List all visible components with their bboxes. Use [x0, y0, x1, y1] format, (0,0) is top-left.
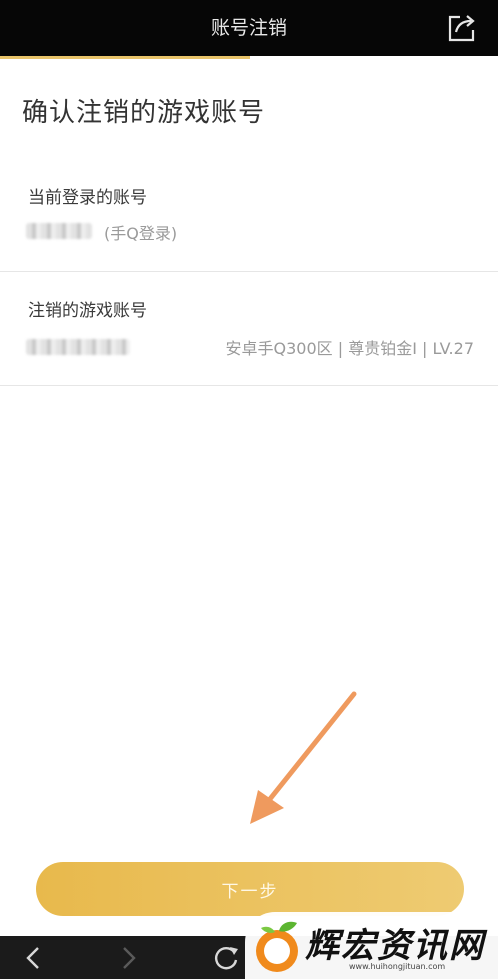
current-account-label: 当前登录的账号	[28, 188, 147, 208]
game-account-label: 注销的游戏账号	[28, 301, 147, 321]
current-account-section: 当前登录的账号 (手Q登录)	[0, 165, 498, 272]
site-watermark: 辉宏资讯网 www.huihongjituan.com	[245, 912, 498, 979]
progress-indicator	[0, 56, 250, 59]
server-rank-level-text: 安卓手Q300区 | 尊贵铂金I | LV.27	[225, 339, 474, 358]
orange-logo-icon	[256, 921, 298, 972]
annotation-arrow-icon	[250, 691, 357, 824]
login-method-text: (手Q登录)	[104, 224, 178, 243]
current-account-name-redacted	[26, 223, 92, 239]
page-title: 确认注销的游戏账号	[22, 98, 266, 128]
back-arrow-icon[interactable]	[20, 944, 48, 972]
watermark-text: 辉宏资讯网	[305, 926, 485, 966]
page-header-title: 账号注销	[210, 17, 287, 39]
share-icon	[448, 15, 475, 42]
game-account-section: 注销的游戏账号 安卓手Q300区 | 尊贵铂金I | LV.27	[0, 272, 498, 386]
next-step-button[interactable]: 下一步	[36, 862, 464, 916]
top-bar: 账号注销	[0, 0, 498, 56]
watermark-url: www.huihongjituan.com	[349, 962, 446, 971]
refresh-icon[interactable]	[212, 944, 240, 972]
share-button[interactable]	[446, 12, 478, 44]
game-account-name-redacted	[26, 339, 130, 355]
forward-arrow-icon[interactable]	[114, 944, 142, 972]
